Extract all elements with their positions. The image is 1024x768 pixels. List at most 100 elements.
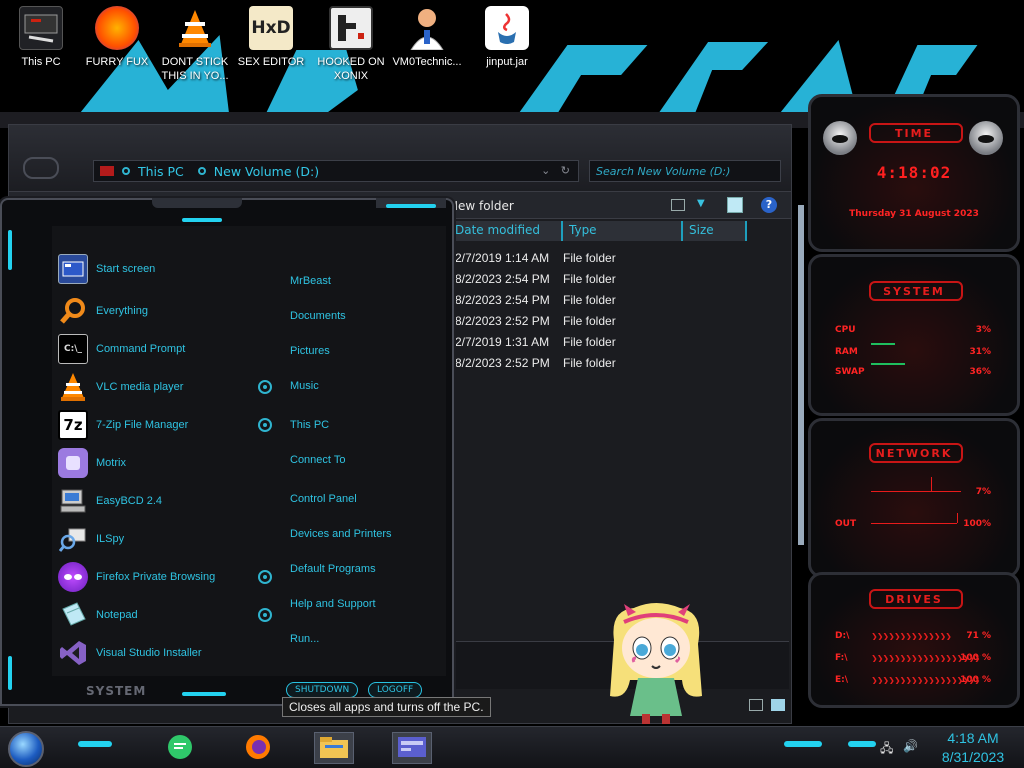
system-row-ram: RAM 31% xyxy=(835,347,991,357)
breadcrumb-this-pc[interactable]: This PC xyxy=(122,164,184,179)
jumplist-arrow-notepad[interactable] xyxy=(258,608,272,622)
place-this-pc[interactable]: This PC xyxy=(290,419,329,431)
system-row-swap: SWAP 36% xyxy=(835,367,991,377)
desktop-icon-sex-editor[interactable]: HxD SEX EDITOR xyxy=(232,6,310,90)
start-orb-button[interactable] xyxy=(8,731,44,767)
drive-usage-bar-f: ❯❯❯❯❯❯❯❯❯❯❯❯❯❯❯❯❯❯❯❯❯❯ xyxy=(871,655,981,662)
desktop-icon-jinput-jar[interactable]: jinput.jar xyxy=(468,6,546,90)
table-row[interactable]: 2/7/2019 1:31 AM File folder xyxy=(449,335,789,356)
drives-gadget[interactable]: DRIVES D:\71 % ❯❯❯❯❯❯❯❯❯❯❯❯❯❯❯❯❯❯ F:\100… xyxy=(808,572,1020,708)
volume-icon[interactable]: 🔊 xyxy=(903,739,918,760)
program-everything[interactable]: Everything xyxy=(58,294,278,328)
jumplist-arrow-vlc[interactable] xyxy=(258,380,272,394)
java-icon xyxy=(485,6,529,50)
breadcrumb-new-volume[interactable]: New Volume (D:) xyxy=(197,164,319,179)
place-default-programs[interactable]: Default Programs xyxy=(290,563,376,575)
program-visual-studio-installer[interactable]: Visual Studio Installer xyxy=(58,636,278,670)
system-label: SYSTEM xyxy=(86,684,147,698)
program-motrix[interactable]: Motrix xyxy=(58,446,278,480)
place-pictures[interactable]: Pictures xyxy=(290,345,330,357)
ilspy-icon xyxy=(58,524,88,554)
frame-accent xyxy=(386,204,436,208)
network-out-graph xyxy=(871,523,957,524)
shutdown-tooltip: Closes all apps and turns off the PC. xyxy=(282,697,491,717)
network-row-out: OUT 100% xyxy=(835,519,991,529)
program-command-prompt[interactable]: C:\_ Command Prompt xyxy=(58,332,278,366)
column-type[interactable]: Type xyxy=(563,221,683,241)
cpu-graph-line xyxy=(871,343,895,345)
view-options-icon[interactable] xyxy=(671,199,685,211)
program-notepad[interactable]: Notepad xyxy=(58,598,278,632)
place-documents[interactable]: Documents xyxy=(290,310,346,322)
shutdown-button[interactable]: SHUTDOWN xyxy=(286,682,359,698)
program-7zip[interactable]: 7z 7-Zip File Manager xyxy=(58,408,278,442)
address-bar[interactable]: This PC New Volume (D:) ⌄ ↻ xyxy=(93,160,579,182)
table-row[interactable]: 8/2/2023 2:52 PM File folder xyxy=(449,314,789,335)
system-gadget-title: SYSTEM xyxy=(883,285,945,298)
system-tray: 🖧 🔊 xyxy=(880,739,918,760)
frame-accent xyxy=(8,230,12,270)
file-list-header: Date modified Type Size xyxy=(449,221,789,241)
nav-back-button[interactable] xyxy=(23,157,59,179)
new-folder-button[interactable]: New folder xyxy=(449,199,514,213)
place-mrbeast[interactable]: MrBeast xyxy=(290,275,331,287)
program-vlc[interactable]: VLC media player xyxy=(58,370,278,404)
ram-graph-line xyxy=(871,363,905,365)
jumplist-arrow-7zip[interactable] xyxy=(258,418,272,432)
desktop-icon-dont-stick[interactable]: DONT STICK THIS IN YO... xyxy=(156,6,234,90)
vlc-cone-icon xyxy=(173,6,217,50)
refresh-icon[interactable]: ⌄ ↻ xyxy=(541,164,570,177)
taskbar-firefox[interactable] xyxy=(238,732,278,764)
program-firefox-private[interactable]: Firefox Private Browsing xyxy=(58,560,278,594)
taskbar-clock[interactable]: 4:18 AM 8/31/2023 xyxy=(928,729,1018,767)
firefox-icon xyxy=(244,733,272,764)
program-ilspy[interactable]: ILSpy xyxy=(58,522,278,556)
desktop-icon-hooked-on-xonix[interactable]: HOOKED ON XONIX xyxy=(312,6,390,90)
taskbar-accent xyxy=(78,741,112,747)
table-row[interactable]: 2/7/2019 1:14 AM File folder xyxy=(449,251,789,272)
start-screen-icon xyxy=(58,254,88,284)
private-browsing-icon xyxy=(58,562,88,592)
taskbar-accent xyxy=(784,741,822,747)
large-icons-view-icon[interactable] xyxy=(771,699,785,711)
time-gadget-title: TIME xyxy=(894,127,934,140)
place-devices-and-printers[interactable]: Devices and Printers xyxy=(290,528,392,540)
details-view-icon[interactable] xyxy=(749,699,763,711)
network-row-in: 7% xyxy=(975,487,991,497)
desktop-icon-this-pc[interactable]: This PC xyxy=(2,6,80,90)
time-gadget[interactable]: TIME 4:18:02 Thursday 31 August 2023 xyxy=(808,94,1020,252)
drive-usage-bar-e: ❯❯❯❯❯❯❯❯❯❯❯❯❯❯❯❯❯❯❯❯❯❯ xyxy=(871,677,981,684)
easybcd-icon xyxy=(58,486,88,516)
taskbar-file-explorer[interactable] xyxy=(314,732,354,764)
computer-icon xyxy=(100,166,114,176)
desktop-icon-vm0technic[interactable]: VM0Technic... xyxy=(388,6,466,90)
chevron-down-icon[interactable]: ▼ xyxy=(697,198,705,209)
table-row[interactable]: 8/2/2023 2:54 PM File folder xyxy=(449,272,789,293)
program-easybcd[interactable]: EasyBCD 2.4 xyxy=(58,484,278,518)
network-gadget[interactable]: NETWORK 7% OUT 100% xyxy=(808,418,1020,578)
taskbar-messages-app[interactable] xyxy=(160,732,200,764)
column-date-modified[interactable]: Date modified xyxy=(449,221,563,241)
network-icon[interactable]: 🖧 xyxy=(880,739,893,760)
taskbar-second-window[interactable] xyxy=(392,732,432,764)
explorer-scrollbar[interactable] xyxy=(798,205,804,545)
help-icon[interactable]: ? xyxy=(761,197,777,213)
place-connect-to[interactable]: Connect To xyxy=(290,454,345,466)
table-row[interactable]: 8/2/2023 2:54 PM File folder xyxy=(449,293,789,314)
place-music[interactable]: Music xyxy=(290,380,319,392)
desktop-icon-furry-fux[interactable]: FURRY FUX xyxy=(78,6,156,90)
preview-pane-icon[interactable] xyxy=(727,197,743,213)
frame-accent xyxy=(182,218,222,222)
doctor-icon xyxy=(405,6,449,50)
table-row[interactable]: 8/2/2023 2:52 PM File folder xyxy=(449,356,789,377)
program-start-screen[interactable]: Start screen xyxy=(58,252,278,286)
jumplist-arrow-firefox-private[interactable] xyxy=(258,570,272,584)
column-size[interactable]: Size xyxy=(683,221,747,241)
search-input[interactable]: Search New Volume (D:) xyxy=(589,160,781,182)
place-run[interactable]: Run... xyxy=(290,633,319,645)
system-gadget[interactable]: SYSTEM CPU 3% RAM 31% SWAP 36% xyxy=(808,254,1020,416)
place-help-and-support[interactable]: Help and Support xyxy=(290,598,376,610)
window-card-icon xyxy=(397,736,427,761)
place-control-panel[interactable]: Control Panel xyxy=(290,493,357,505)
logoff-button[interactable]: LOGOFF xyxy=(368,682,423,698)
